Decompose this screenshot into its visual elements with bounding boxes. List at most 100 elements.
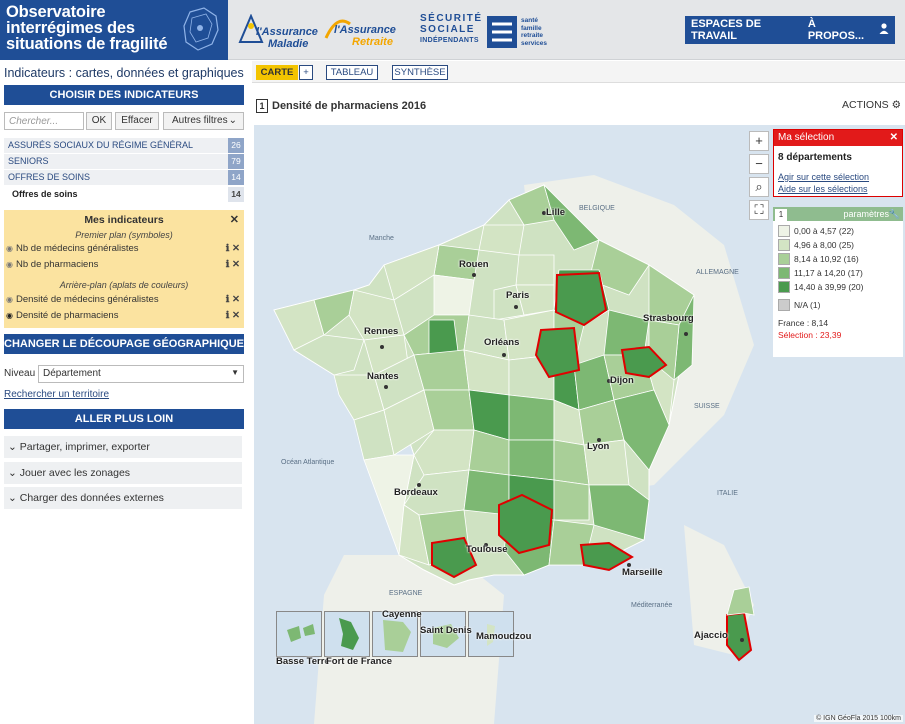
- category-offres-de-soins[interactable]: OFFRES DE SOINS 14: [4, 170, 244, 185]
- info-close-icons[interactable]: ℹ ✕: [226, 293, 240, 307]
- eye-icon[interactable]: ◉: [6, 293, 16, 307]
- dept-oise: [515, 254, 555, 286]
- espaces-de-travail-button[interactable]: ESPACES DE TRAVAIL: [685, 18, 802, 42]
- chevron-down-icon: ⌄: [8, 441, 17, 453]
- eye-icon[interactable]: ◉: [6, 258, 16, 272]
- niveau-select[interactable]: Département ▼: [38, 365, 244, 383]
- close-icon[interactable]: ✕: [230, 213, 239, 226]
- agir-selection-link[interactable]: Agir sur cette sélection: [778, 172, 869, 182]
- legend-row: 4,96 à 8,00 (25): [778, 239, 854, 251]
- info-close-icons[interactable]: ℹ ✕: [226, 258, 240, 272]
- arriere-plan-label: Arrière-plan (aplats de couleurs): [59, 280, 189, 290]
- zoom-controls: + − ⌕ ⛶: [749, 131, 769, 223]
- legend-france-value: France : 8,14: [778, 318, 829, 328]
- effacer-button[interactable]: Effacer: [115, 112, 159, 130]
- actions-button[interactable]: ACTIONS ⚙: [842, 99, 901, 111]
- dept-loire: [553, 439, 590, 486]
- accordion-donnees-externes[interactable]: ⌄ Charger des données externes: [4, 487, 242, 509]
- map-number: 1: [256, 99, 268, 113]
- chevron-down-icon: ⌄: [228, 115, 237, 126]
- indicator-item-active[interactable]: ◉ Densité de pharmaciens ℹ ✕: [6, 309, 242, 323]
- inset-martinique[interactable]: [324, 611, 370, 657]
- legend-label: 4,96 à 8,00 (25): [794, 240, 855, 250]
- autres-filtres-dropdown[interactable]: Autres filtres ⌄: [163, 112, 244, 130]
- accordion-partager[interactable]: ⌄ Partager, imprimer, exporter: [4, 436, 242, 458]
- add-map-button[interactable]: +: [299, 65, 313, 80]
- legend-row: N/A (1): [778, 299, 820, 311]
- indicator-item[interactable]: ◉ Nb de médecins généralistes ℹ ✕: [6, 242, 242, 256]
- a-propos-button[interactable]: À PROPOS...: [802, 18, 873, 42]
- indicator-item[interactable]: ◉ Nb de pharmaciens ℹ ✕: [6, 258, 242, 272]
- search-input[interactable]: Chercher...: [4, 112, 84, 130]
- user-icon[interactable]: [873, 23, 895, 37]
- assurance-maladie-logo[interactable]: l'Assurance Maladie: [238, 14, 318, 50]
- fullscreen-icon[interactable]: ⛶: [749, 200, 769, 220]
- city-label-nantes: Nantes: [367, 371, 399, 382]
- brand-logo[interactable]: Observatoire interrégimes des situations…: [0, 0, 228, 60]
- legend-row: 14,40 à 39,99 (20): [778, 281, 863, 293]
- msa-line-4: services: [521, 39, 548, 47]
- wrench-icon[interactable]: 🔧: [889, 207, 900, 221]
- country-label-belgique: BELGIQUE: [579, 205, 615, 212]
- tab-carte[interactable]: CARTE: [256, 65, 298, 80]
- choisir-indicateurs-bar[interactable]: CHOISIR DES INDICATEURS: [4, 85, 244, 105]
- selection-title: Ma sélection: [778, 132, 835, 143]
- zoom-in-button[interactable]: +: [749, 131, 769, 151]
- selection-panel: Ma sélection ✕ 8 départements Agir sur ce…: [773, 129, 903, 197]
- inset-guadeloupe[interactable]: [276, 611, 322, 657]
- city-label-lille: Lille: [546, 207, 566, 218]
- category-assures-sociaux[interactable]: ASSURÉS SOCIAUX DU RÉGIME GÉNÉRAL 26: [4, 138, 244, 153]
- brand-line-2: interrégimes des: [6, 19, 135, 37]
- map-canvas[interactable]: Lille Rouen Paris Strasbourg Rennes Orlé…: [254, 125, 905, 724]
- eye-icon[interactable]: ◉: [6, 242, 16, 256]
- msa-line-1: santé: [521, 17, 538, 24]
- legend-label: 0,00 à 4,57 (22): [794, 226, 855, 236]
- city-dot-paris: [514, 305, 518, 309]
- inset-label-cayenne: Cayenne: [382, 609, 422, 620]
- category-seniors[interactable]: SENIORS 79: [4, 154, 244, 169]
- msa-logo[interactable]: santé famille retraite services: [487, 16, 553, 50]
- dept-somme: [478, 224, 525, 256]
- map-title: 1 Densité de pharmaciens 2016: [256, 99, 426, 113]
- subcategory-offres-de-soins[interactable]: Offres de soins 14: [4, 187, 244, 202]
- info-close-icons[interactable]: ℹ ✕: [226, 242, 240, 256]
- legend-selection-value: Sélection : 23,39: [778, 330, 842, 340]
- dept-eure: [433, 274, 475, 316]
- msa-line-3: retraite: [521, 32, 544, 39]
- sea-label-manche: Manche: [369, 235, 394, 242]
- selection-count: 8 départements: [778, 152, 852, 163]
- close-icon[interactable]: ✕: [890, 130, 898, 146]
- search-icon[interactable]: ⌕: [749, 177, 769, 197]
- ok-button[interactable]: OK: [86, 112, 112, 130]
- aide-selections-link[interactable]: Aide sur les sélections: [778, 184, 868, 194]
- legend-swatch: [778, 267, 790, 279]
- premier-plan-label: Premier plan (symboles): [75, 230, 173, 240]
- rechercher-territoire-link[interactable]: Rechercher un territoire: [4, 389, 109, 400]
- decoupage-bar[interactable]: CHANGER LE DÉCOUPAGE GÉOGRAPHIQUE: [4, 334, 244, 354]
- country-label-allemagne: ALLEMAGNE: [696, 269, 739, 276]
- tab-synthese[interactable]: SYNTHÈSE: [392, 65, 448, 80]
- parametres-button[interactable]: paramètres: [843, 207, 889, 221]
- zoom-out-button[interactable]: −: [749, 154, 769, 174]
- assurance-retraite-logo[interactable]: l'Assurance Retraite: [322, 14, 412, 50]
- category-label: ASSURÉS SOCIAUX DU RÉGIME GÉNÉRAL: [8, 140, 194, 150]
- accordion-zonages[interactable]: ⌄ Jouer avec les zonages: [4, 462, 242, 484]
- mes-indicateurs-panel: Mes indicateurs ✕ Premier plan (symboles…: [4, 210, 244, 328]
- inset-label-saint-denis: Saint Denis: [420, 625, 472, 636]
- accordion-label: Jouer avec les zonages: [19, 467, 131, 479]
- info-close-icons[interactable]: ℹ ✕: [226, 309, 240, 323]
- securite-sociale-independants-logo[interactable]: SÉCURITÉ SOCIALE INDÉPENDANTS: [420, 13, 481, 51]
- assurance-maladie-line-2: Maladie: [268, 38, 309, 50]
- sea-label-mediterranee: Méditerranée: [631, 602, 673, 609]
- assurance-retraite-line-2: Retraite: [352, 36, 393, 48]
- eye-icon[interactable]: ◉: [6, 309, 16, 323]
- aller-plus-loin-bar[interactable]: ALLER PLUS LOIN: [4, 409, 244, 429]
- indicator-item[interactable]: ◉ Densité de médecins généralistes ℹ ✕: [6, 293, 242, 307]
- category-label: SENIORS: [8, 156, 49, 166]
- inset-label-mamoudzou: Mamoudzou: [476, 631, 532, 642]
- inset-label-fort-de-france: Fort de France: [326, 656, 392, 667]
- tab-tableau[interactable]: TABLEAU: [326, 65, 378, 80]
- niveau-row: Niveau Département ▼: [4, 365, 244, 383]
- brand-map-icon: [183, 7, 219, 51]
- legend-swatch: [778, 225, 790, 237]
